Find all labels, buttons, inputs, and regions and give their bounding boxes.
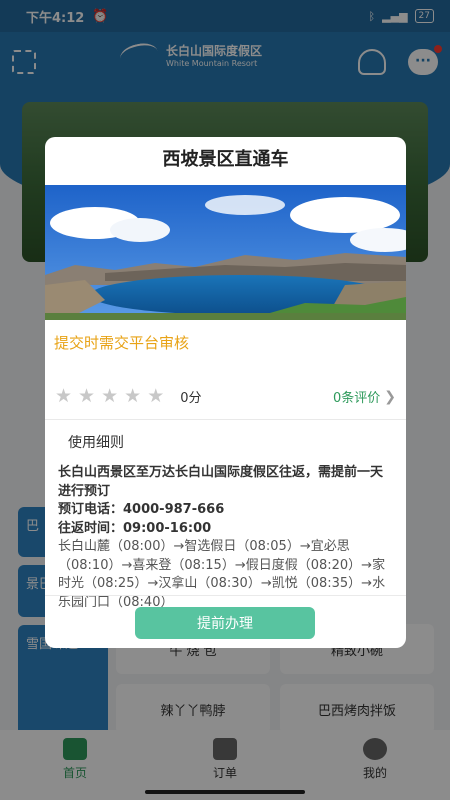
scenery-image — [45, 185, 406, 320]
divider — [45, 595, 406, 596]
usage-rules-title: 使用细则 — [68, 435, 124, 451]
review-notice: 提交时需交平台审核 — [54, 334, 190, 352]
route-schedule: 长白山麓（08:00）→智选假日（08:05）→宜必思（08:10）→喜来登（0… — [58, 539, 386, 610]
rating-row: ★ ★ ★ ★ ★ 0分 0条评价 ❯ — [45, 374, 406, 420]
star-icon: ★ — [147, 385, 165, 407]
reviews-link[interactable]: 0条评价 ❯ — [332, 387, 396, 407]
star-icon: ★ — [78, 385, 96, 407]
star-icon: ★ — [55, 385, 73, 407]
reviews-count: 0条评价 — [332, 391, 381, 406]
rating-score: 0分 — [180, 391, 202, 406]
star-icon: ★ — [124, 385, 142, 407]
service-hours: 往返时间：09:00-16:00 — [58, 520, 212, 536]
star-icon: ★ — [101, 385, 119, 407]
product-modal: 西坡景区直通车 提交时需交平台审核 ★ ★ ★ ★ ★ 0分 0条评价 ❯ 使用… — [45, 137, 406, 648]
book-in-advance-button[interactable]: 提前办理 — [135, 607, 315, 639]
star-rating: ★ ★ ★ ★ ★ — [55, 387, 164, 406]
chevron-right-icon: ❯ — [384, 388, 396, 405]
usage-details: 长白山西景区至万达长白山国际度假区往返，需提前一天进行预订 预订电话：4000-… — [45, 460, 406, 612]
modal-title: 西坡景区直通车 — [162, 149, 289, 170]
booking-phone: 预订电话：4000-987-666 — [58, 502, 225, 517]
usage-description: 长白山西景区至万达长白山国际度假区往返，需提前一天进行预订 — [58, 465, 384, 499]
